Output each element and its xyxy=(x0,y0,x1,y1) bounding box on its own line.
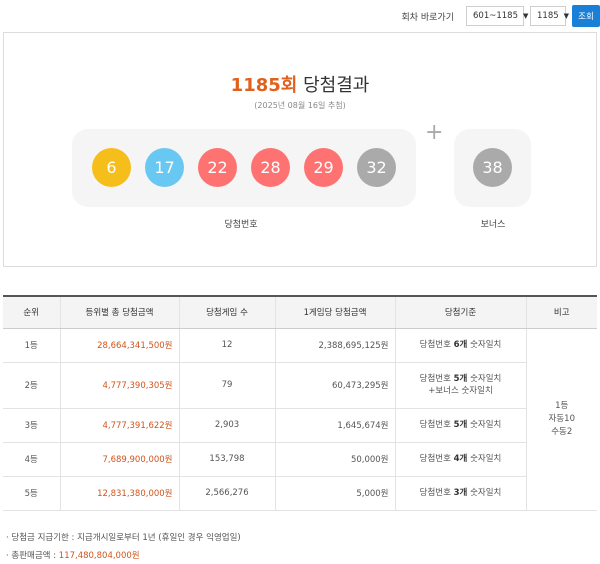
title-suffix: 당첨결과 xyxy=(303,75,370,96)
criteria-cell: 당첨번호 3개 숫자일치 xyxy=(394,476,526,511)
winner-count-cell: 2,903 xyxy=(178,408,275,443)
criteria-cell: 당첨번호 4개 숫자일치 xyxy=(394,442,526,477)
rank-cell: 2등 xyxy=(3,362,60,409)
criteria-count: 5개 xyxy=(453,374,468,384)
criteria-cell: 당첨번호 6개 숫자일치 xyxy=(394,328,526,363)
winner-count-cell: 12 xyxy=(178,328,275,363)
total-prize-cell: 28,664,341,500원 xyxy=(59,328,179,363)
criteria-text: 숫자일치 xyxy=(467,374,502,384)
criteria-cell: 당첨번호 5개 숫자일치 +보너스 숫자일치 xyxy=(394,362,526,409)
table-row: 1등 28,664,341,500원 12 2,388,695,125원 당첨번… xyxy=(3,328,597,511)
rank-cell: 5등 xyxy=(3,476,60,511)
criteria-count: 4개 xyxy=(453,454,468,464)
total-prize-cell: 4,777,391,622원 xyxy=(59,408,179,443)
winning-number-ball: 29 xyxy=(304,148,343,187)
result-panel: 1185회 당첨결과 (2025년 08월 16일 추첨) 6 17 22 28… xyxy=(3,32,597,267)
table-row: 5등 12,831,380,000원 2,566,276 5,000원 당첨번호… xyxy=(3,476,597,511)
column-header: 등위별 총 당첨금액 xyxy=(59,295,179,329)
winning-numbers: 6 17 22 28 29 32 xyxy=(72,129,416,207)
criteria-text: 당첨번호 xyxy=(419,420,454,430)
criteria-count: 5개 xyxy=(453,420,468,430)
table-row: 4등 7,689,900,000원 153,798 50,000원 당첨번호 4… xyxy=(3,442,597,477)
column-header: 비고 xyxy=(525,295,597,329)
winning-number-ball: 6 xyxy=(92,148,131,187)
bonus-number: 38 xyxy=(454,129,531,207)
round-range-value: 601~1185 xyxy=(473,11,518,21)
per-game-prize-cell: 60,473,295원 xyxy=(274,362,395,409)
criteria-text: 숫자일치 xyxy=(467,420,502,430)
criteria-count: 3개 xyxy=(453,488,468,498)
rank-cell: 4등 xyxy=(3,442,60,477)
submit-button[interactable]: 조회 xyxy=(572,5,600,27)
round-range-select[interactable]: 601~1185 ▼ xyxy=(466,6,528,26)
criteria-cell: 당첨번호 5개 숫자일치 xyxy=(394,408,526,443)
criteria-text: 숫자일치 xyxy=(467,488,502,498)
winning-number-ball: 32 xyxy=(357,148,396,187)
criteria-count: 6개 xyxy=(453,340,468,350)
round-select[interactable]: 1185 ▼ xyxy=(530,6,570,26)
winner-count-cell: 79 xyxy=(178,362,275,409)
column-header: 당첨기준 xyxy=(394,295,526,329)
criteria-text: 숫자일치 xyxy=(467,340,502,350)
criteria-text: 당첨번호 xyxy=(419,488,454,498)
winner-count-cell: 153,798 xyxy=(178,442,275,477)
remarks-line: 자동10 xyxy=(548,413,575,424)
total-sales-label: · 총판매금액 : xyxy=(6,551,59,561)
per-game-prize-cell: 50,000원 xyxy=(274,442,395,477)
round-value: 1185 xyxy=(537,11,559,21)
table-row: 3등 4,777,391,622원 2,903 1,645,674원 당첨번호 … xyxy=(3,408,597,443)
criteria-text: 당첨번호 xyxy=(419,454,454,464)
criteria-text: 당첨번호 xyxy=(419,374,454,384)
winning-number-ball: 22 xyxy=(198,148,237,187)
per-game-prize-cell: 5,000원 xyxy=(274,476,395,511)
winning-number-ball: 17 xyxy=(145,148,184,187)
remarks-line: 1등 xyxy=(555,400,569,411)
total-prize-cell: 7,689,900,000원 xyxy=(59,442,179,477)
column-header: 당첨게임 수 xyxy=(178,295,275,329)
total-sales-note: · 총판매금액 : 117,480,804,000원 xyxy=(6,549,140,561)
remarks-line: 수동2 xyxy=(551,426,573,437)
total-prize-cell: 12,831,380,000원 xyxy=(59,476,179,511)
rank-cell: 1등 xyxy=(3,328,60,363)
result-title: 1185회 당첨결과 xyxy=(4,71,596,97)
criteria-text: 당첨번호 xyxy=(419,340,454,350)
plus-icon: + xyxy=(425,120,444,145)
table-header-row: 순위 등위별 총 당첨금액 당첨게임 수 1게임당 당첨금액 당첨기준 비고 xyxy=(3,295,597,329)
per-game-prize-cell: 1,645,674원 xyxy=(274,408,395,443)
payment-deadline-note: · 당첨금 지급기한 : 지급개시일로부터 1년 (휴일인 경우 익영업일) xyxy=(6,533,241,543)
chevron-down-icon: ▼ xyxy=(563,12,570,20)
remarks-cell: 1등 자동10 수동2 xyxy=(525,328,597,511)
table-row: 2등 4,777,390,305원 79 60,473,295원 당첨번호 5개… xyxy=(3,362,597,409)
winning-number-ball: 28 xyxy=(251,148,290,187)
rank-cell: 3등 xyxy=(3,408,60,443)
draw-date: (2025년 08월 16일 추첨) xyxy=(254,101,346,110)
bonus-label: 보너스 xyxy=(480,220,506,230)
winning-numbers-label: 당첨번호 xyxy=(224,220,258,230)
total-prize-cell: 4,777,390,305원 xyxy=(59,362,179,409)
winner-count-cell: 2,566,276 xyxy=(178,476,275,511)
column-header: 1게임당 당첨금액 xyxy=(274,295,395,329)
chevron-down-icon: ▼ xyxy=(522,12,529,20)
total-sales-value: 117,480,804,000원 xyxy=(58,551,140,561)
round-number: 1185회 xyxy=(230,75,298,96)
round-navigation: 회차 바로가기 601~1185 ▼ 1185 ▼ 조회 xyxy=(401,5,600,27)
criteria-text: +보너스 숫자일치 xyxy=(428,386,493,396)
round-shortcut-label: 회차 바로가기 xyxy=(401,12,454,23)
prize-table: 순위 등위별 총 당첨금액 당첨게임 수 1게임당 당첨금액 당첨기준 비고 1… xyxy=(3,295,597,511)
per-game-prize-cell: 2,388,695,125원 xyxy=(274,328,395,363)
bonus-number-ball: 38 xyxy=(473,148,512,187)
criteria-text: 숫자일치 xyxy=(467,454,502,464)
column-header: 순위 xyxy=(3,295,60,329)
